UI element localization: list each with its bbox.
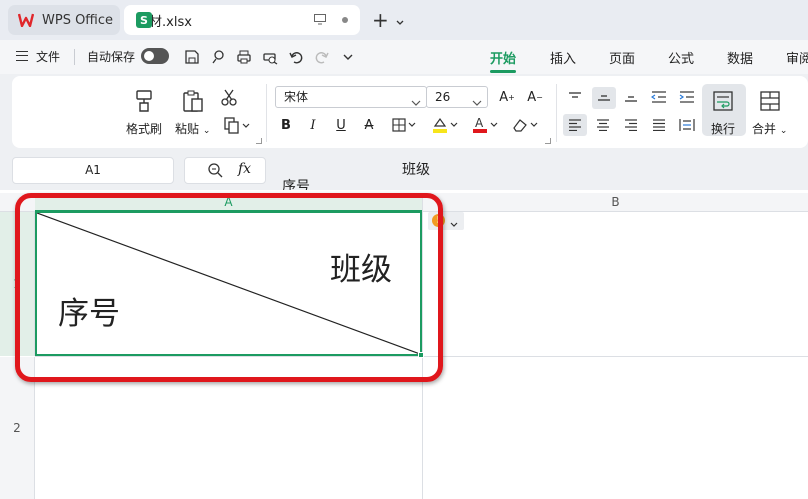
menu-icon[interactable] bbox=[16, 51, 28, 61]
align-bottom-icon[interactable] bbox=[622, 88, 640, 106]
font-size-combo[interactable]: 26 bbox=[426, 86, 488, 108]
paste-label: 粘贴 ⌄ bbox=[175, 122, 211, 136]
align-right-icon[interactable] bbox=[622, 116, 640, 134]
save-icon[interactable] bbox=[184, 49, 200, 65]
increase-indent-icon[interactable] bbox=[678, 88, 696, 106]
insert-function-icon[interactable]: fx bbox=[238, 161, 251, 177]
tab-page[interactable]: 页面 bbox=[609, 48, 635, 67]
annotation-highlight-box bbox=[15, 193, 443, 382]
file-menu[interactable]: 文件 bbox=[36, 48, 60, 65]
format-painter-label: 格式刷 bbox=[126, 122, 163, 136]
tab-formulas[interactable]: 公式 bbox=[668, 48, 694, 67]
tab-insert[interactable]: 插入 bbox=[550, 48, 576, 67]
tab-review[interactable]: 审阅 bbox=[786, 48, 808, 67]
svg-text:A: A bbox=[475, 116, 484, 130]
separator bbox=[556, 84, 557, 142]
increase-font-size-icon[interactable]: A + bbox=[498, 88, 516, 106]
font-size-value: 26 bbox=[435, 90, 451, 104]
copy-icon[interactable] bbox=[222, 116, 252, 134]
font-name-value: 宋体 bbox=[284, 90, 309, 104]
decrease-font-size-icon[interactable]: A − bbox=[526, 88, 544, 106]
chevron-down-icon[interactable] bbox=[396, 15, 404, 29]
separator bbox=[266, 84, 267, 142]
formula-content-line1[interactable]: 班级 bbox=[402, 159, 430, 179]
tab-home[interactable]: 开始 bbox=[490, 48, 516, 67]
format-painter-icon bbox=[131, 88, 157, 114]
decrease-indent-icon[interactable] bbox=[650, 88, 668, 106]
cut-icon[interactable] bbox=[220, 88, 238, 106]
menu-row: 文件 自动保存 开始 插入 页面 公式 数据 审阅 bbox=[0, 40, 808, 74]
wps-home-tab[interactable]: WPS Office bbox=[8, 5, 120, 35]
paste-button[interactable]: 粘贴 ⌄ bbox=[175, 88, 210, 137]
font-name-combo[interactable]: 宋体 bbox=[275, 86, 427, 108]
wrap-text-icon bbox=[710, 88, 736, 114]
print-icon[interactable] bbox=[236, 49, 252, 65]
name-box[interactable]: A1 bbox=[12, 157, 174, 184]
chevron-down-icon[interactable] bbox=[411, 93, 421, 113]
export-icon[interactable] bbox=[210, 49, 226, 65]
align-middle-icon[interactable] bbox=[592, 87, 616, 109]
font-color-icon[interactable]: A bbox=[470, 116, 502, 134]
clear-format-icon[interactable] bbox=[510, 116, 542, 134]
new-tab-plus-icon[interactable]: + bbox=[372, 8, 389, 32]
fill-color-icon[interactable] bbox=[430, 116, 462, 134]
underline-icon[interactable]: U bbox=[332, 116, 350, 134]
distributed-align-icon[interactable] bbox=[678, 116, 696, 134]
autosave-toggle[interactable] bbox=[141, 48, 169, 64]
separator bbox=[74, 49, 75, 65]
active-tab-indicator bbox=[490, 70, 516, 73]
chevron-down-icon[interactable] bbox=[472, 93, 482, 113]
spreadsheet-icon: S bbox=[136, 12, 152, 28]
align-center-icon[interactable] bbox=[594, 116, 612, 134]
wrap-text-content[interactable]: 换行 bbox=[710, 88, 736, 137]
monitor-icon[interactable] bbox=[314, 14, 326, 29]
strikethrough-icon[interactable]: A bbox=[360, 116, 378, 134]
format-painter-button[interactable]: 格式刷 bbox=[126, 88, 162, 137]
formula-tools bbox=[184, 157, 266, 184]
wps-tab-label: WPS Office bbox=[42, 12, 114, 28]
unsaved-dot-icon bbox=[342, 17, 348, 23]
chevron-down-icon bbox=[450, 217, 458, 231]
align-left-icon[interactable] bbox=[563, 114, 587, 136]
chevron-down-icon[interactable] bbox=[342, 49, 358, 65]
redo-icon[interactable] bbox=[314, 49, 330, 65]
clipboard-launcher-icon[interactable] bbox=[256, 138, 262, 144]
merge-label: 合并 ⌄ bbox=[752, 122, 788, 136]
undo-icon[interactable] bbox=[288, 49, 304, 65]
title-bar: WPS Office S 素材.xlsx + bbox=[0, 0, 808, 40]
wps-logo-icon bbox=[18, 12, 34, 28]
merge-cells-icon bbox=[757, 88, 783, 114]
file-tab[interactable]: S 素材.xlsx bbox=[124, 5, 360, 35]
justify-icon[interactable] bbox=[650, 116, 668, 134]
italic-icon[interactable]: I bbox=[304, 116, 322, 134]
tab-data[interactable]: 数据 bbox=[727, 48, 753, 67]
print-preview-icon[interactable] bbox=[262, 49, 278, 65]
zoom-icon[interactable] bbox=[207, 162, 223, 181]
paste-icon bbox=[180, 88, 206, 114]
bold-icon[interactable]: B bbox=[277, 116, 295, 134]
column-header-b[interactable]: B bbox=[423, 193, 808, 212]
wrap-text-label: 换行 bbox=[710, 122, 735, 136]
borders-icon[interactable] bbox=[390, 116, 420, 134]
font-launcher-icon[interactable] bbox=[545, 138, 551, 144]
merge-button[interactable]: 合并 ⌄ bbox=[752, 88, 787, 137]
align-top-icon[interactable] bbox=[566, 88, 584, 106]
autosave-label: 自动保存 bbox=[87, 50, 136, 64]
